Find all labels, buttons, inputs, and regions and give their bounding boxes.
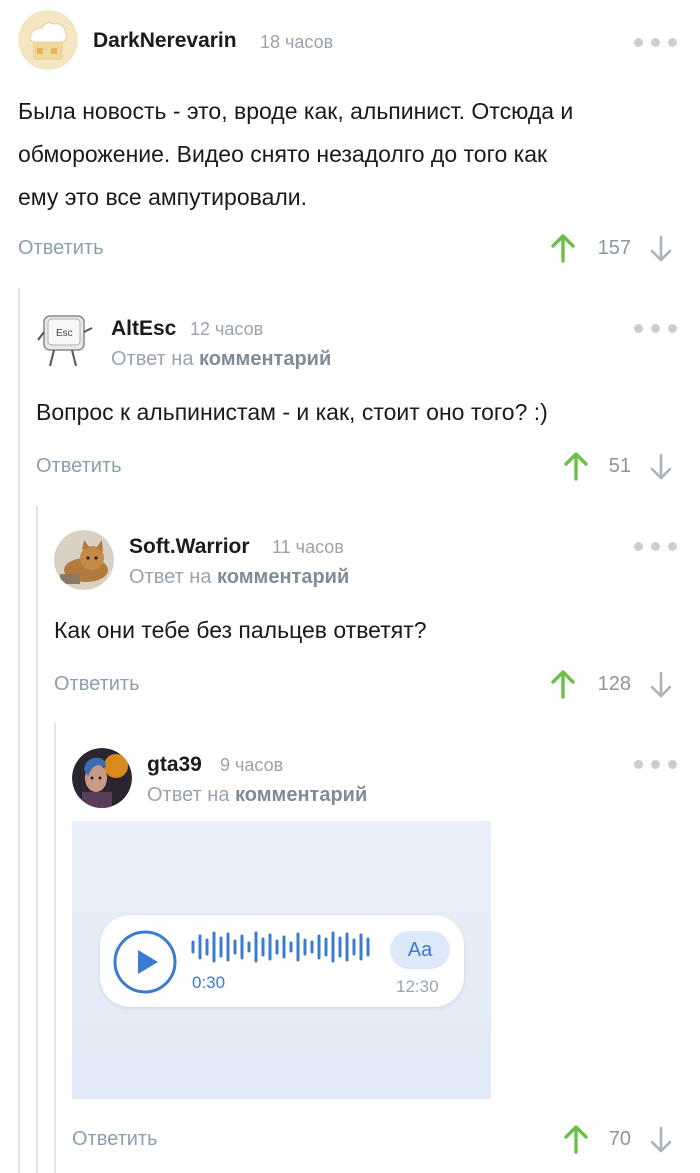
username[interactable]: gta39 [147, 753, 202, 777]
more-options-icon[interactable] [634, 758, 678, 770]
chef-avatar-icon [18, 10, 78, 70]
reply-to-link[interactable]: комментарий [235, 784, 367, 806]
reply-to: Ответ на комментарий [129, 566, 349, 589]
downvote-arrow-icon[interactable] [649, 235, 673, 263]
avatar-key-label: Esc [56, 328, 73, 339]
timestamp: 12 часов [190, 319, 264, 339]
username[interactable]: DarkNerevarin [93, 29, 237, 53]
avatar[interactable]: Esc [36, 310, 96, 370]
comment-text: Как они тебе без пальцев ответят? [54, 617, 427, 643]
downvote-arrow-icon[interactable] [649, 1126, 673, 1154]
comment-text: Вопрос к альпинистам - и как, стоит оно … [36, 399, 548, 425]
reply-button[interactable]: Ответить [72, 1128, 158, 1151]
voice-message-image[interactable]: 0:30 Aa 12:30 [72, 821, 491, 1099]
comment-text-line: Была новость - это, вроде как, альпинист… [18, 98, 574, 124]
rating-count: 70 [608, 1128, 631, 1150]
reply-to-link[interactable]: комментарий [217, 566, 349, 588]
voice-duration: 0:30 [192, 973, 226, 992]
avatar[interactable] [72, 748, 132, 808]
more-options-icon[interactable] [634, 36, 678, 48]
thread-line [18, 288, 20, 1173]
reply-to-prefix: Ответ на [111, 348, 194, 370]
avatar[interactable] [18, 10, 78, 70]
voice-message-bubble: 0:30 Aa 12:30 [100, 915, 464, 1007]
timestamp: 9 часов [220, 755, 284, 775]
rating-count: 157 [597, 237, 631, 259]
reply-to-prefix: Ответ на [129, 566, 212, 588]
username[interactable]: AltEsc [111, 317, 176, 341]
transcribe-button[interactable]: Aa [390, 931, 450, 969]
upvote-arrow-icon[interactable] [550, 669, 576, 699]
voice-timestamp: 12:30 [396, 977, 439, 996]
thread-line [54, 723, 56, 1173]
rating-count: 51 [608, 455, 631, 477]
reply-button[interactable]: Ответить [54, 673, 140, 696]
timestamp: 11 часов [272, 537, 344, 557]
comment-text: Была новость - это, вроде как, альпинист… [18, 90, 683, 219]
reply-button[interactable]: Ответить [36, 455, 122, 478]
reply-to: Ответ на комментарий [111, 348, 331, 371]
reply-button[interactable]: Ответить [18, 237, 104, 260]
play-icon[interactable] [112, 929, 178, 995]
waveform-icon [191, 931, 370, 963]
downvote-arrow-icon[interactable] [649, 453, 673, 481]
more-options-icon[interactable] [634, 540, 678, 552]
rating-count: 128 [597, 673, 631, 695]
reply-to: Ответ на комментарий [147, 784, 367, 807]
more-options-icon[interactable] [634, 322, 678, 334]
timestamp: 18 часов [260, 32, 334, 52]
avatar[interactable] [54, 530, 114, 590]
reply-to-link[interactable]: комментарий [199, 348, 331, 370]
character-avatar-icon [72, 748, 132, 808]
esc-key-avatar-icon: Esc [37, 315, 93, 367]
reply-to-prefix: Ответ на [147, 784, 230, 806]
comment-text-line: обморожение. Видео снято незадолго до то… [18, 141, 548, 167]
downvote-arrow-icon[interactable] [649, 671, 673, 699]
comment-text-line: ему это все ампутировали. [18, 184, 308, 210]
username[interactable]: Soft.Warrior [129, 535, 250, 559]
upvote-arrow-icon[interactable] [550, 233, 576, 263]
cat-avatar-icon [54, 530, 114, 590]
thread-line [36, 506, 38, 1173]
